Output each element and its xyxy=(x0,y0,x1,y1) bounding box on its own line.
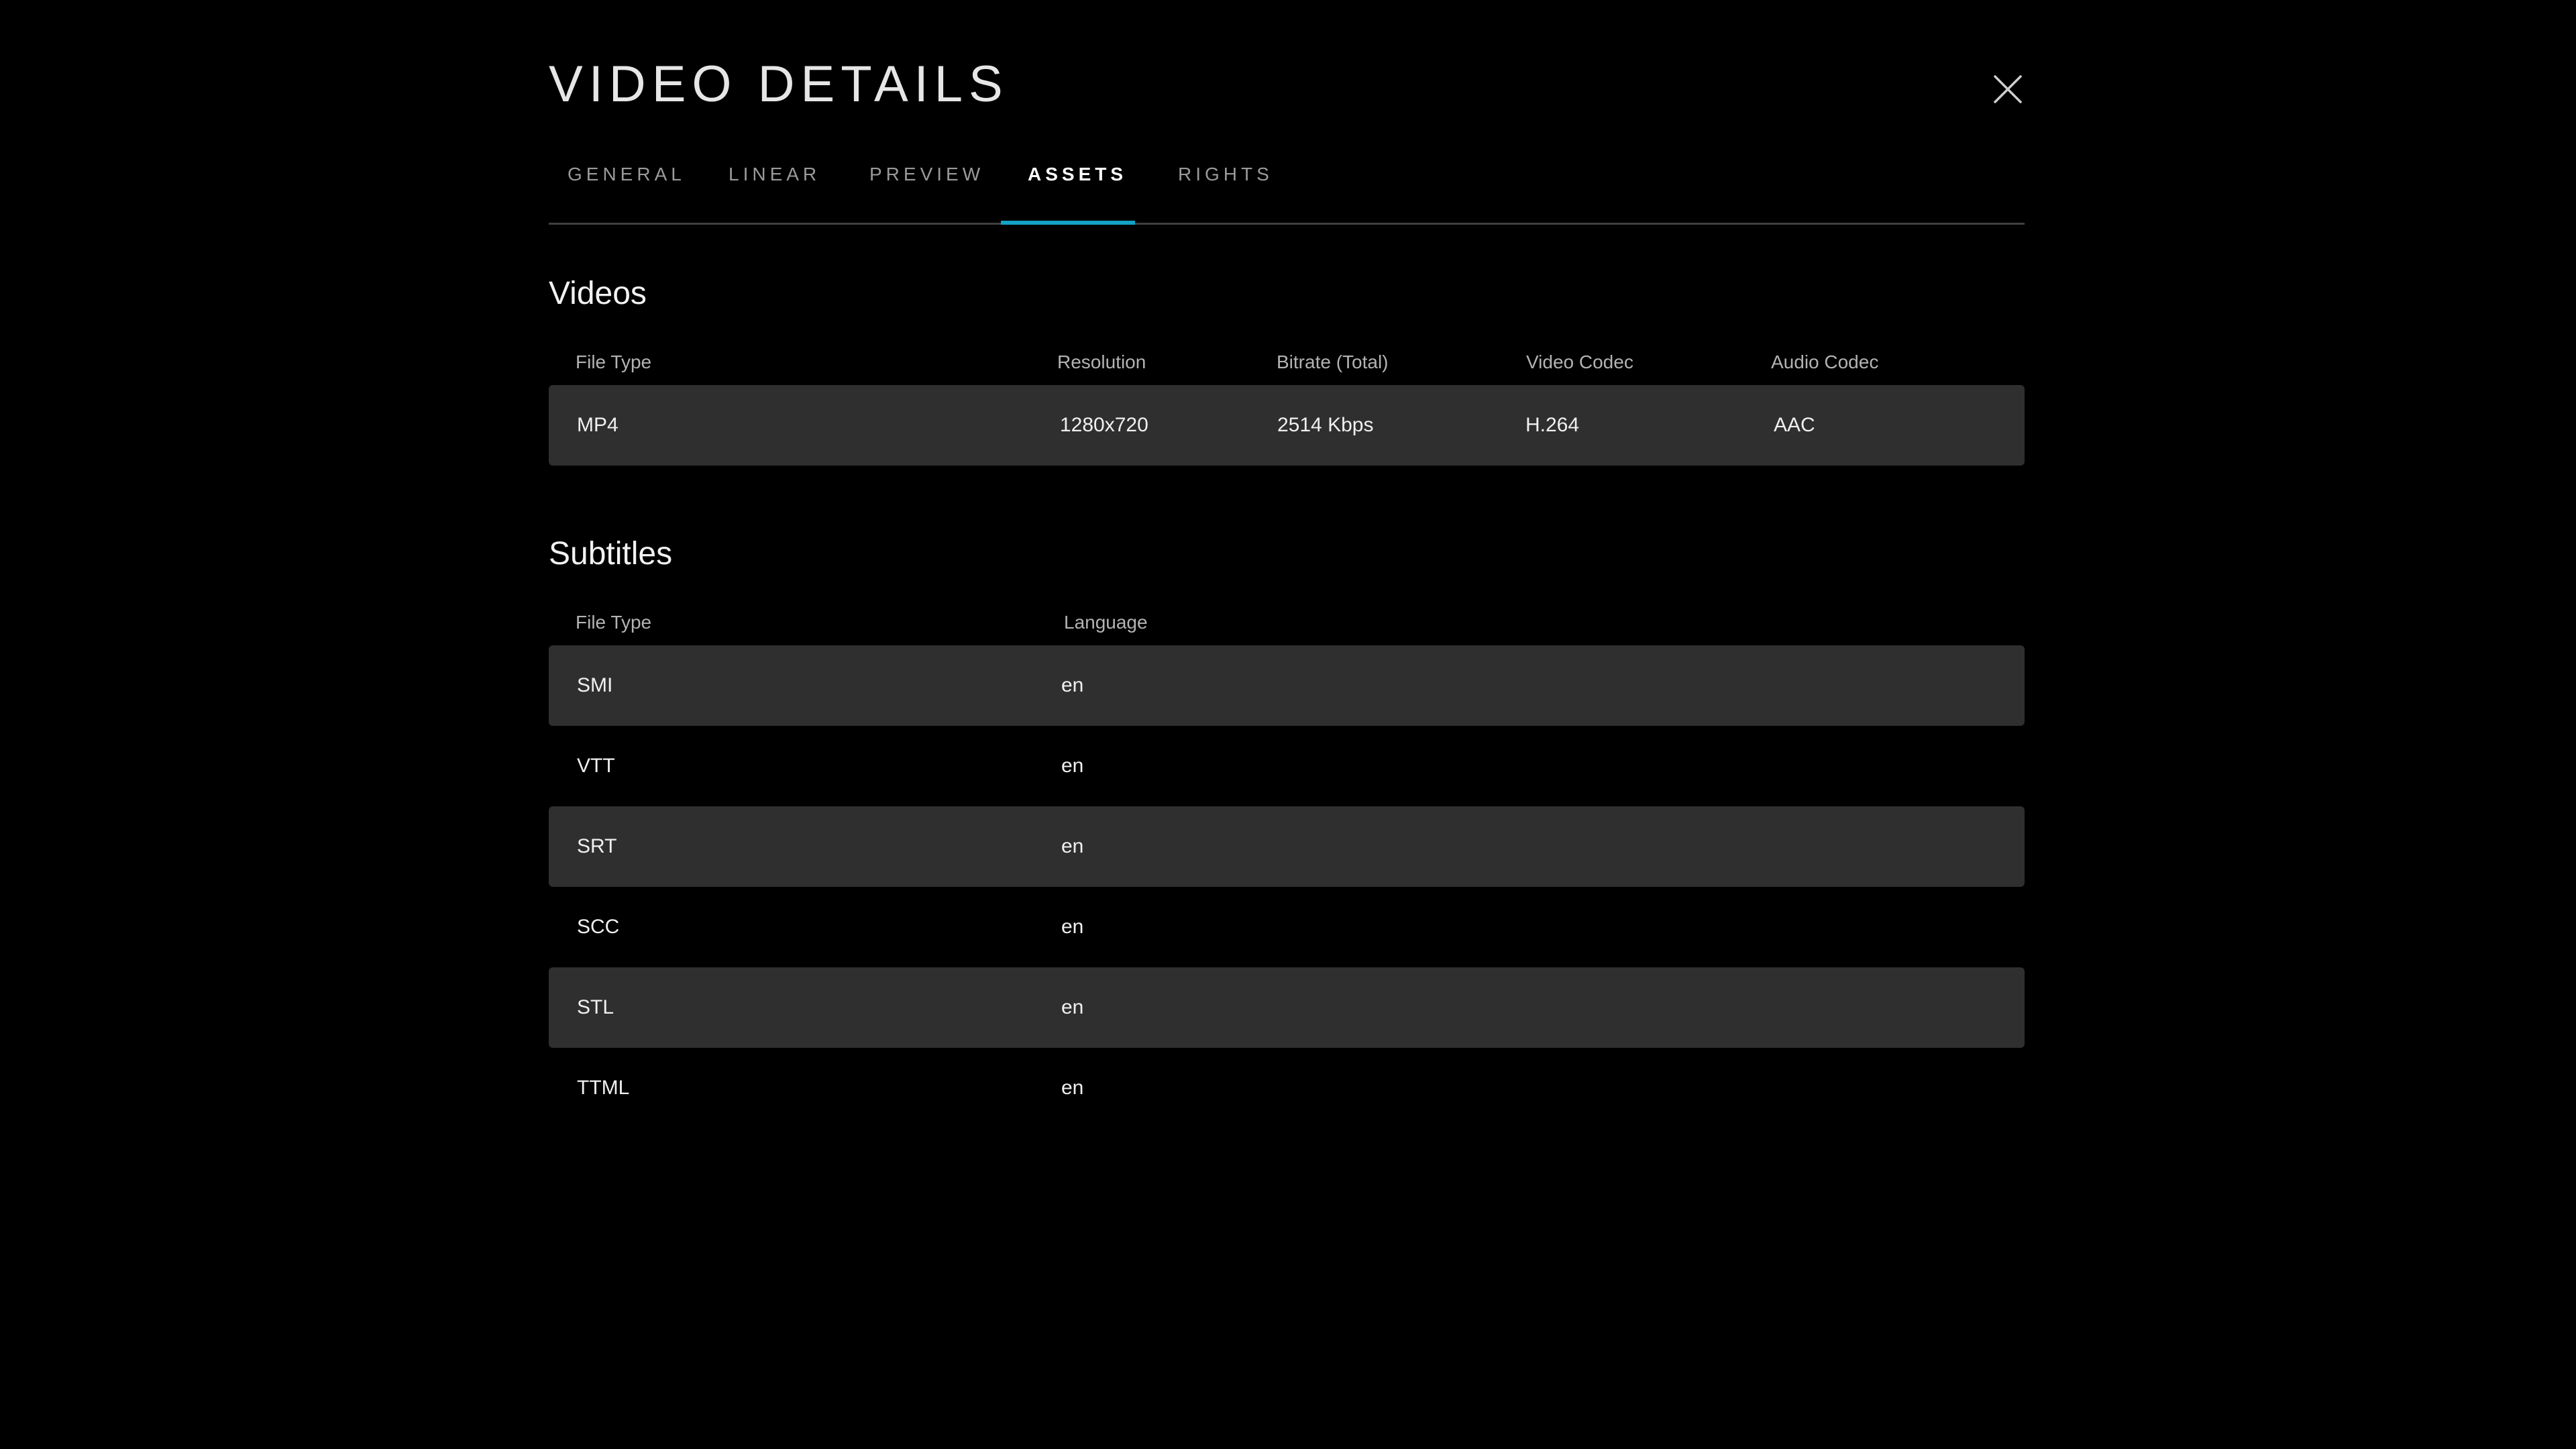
language-cell: en xyxy=(1061,755,1084,777)
close-icon xyxy=(1994,75,2022,103)
audio-codec-cell: AAC xyxy=(1774,414,1815,436)
file-type-cell: MP4 xyxy=(577,414,619,436)
video-details-modal: VIDEO DETAILS GENERAL LINEAR PREVIEW ASS… xyxy=(0,0,2576,1449)
file-type-cell: TTML xyxy=(577,1077,630,1099)
language-cell: en xyxy=(1061,916,1084,938)
tab-preview[interactable]: PREVIEW xyxy=(869,164,984,185)
table-row: STL en xyxy=(549,967,2025,1048)
page-title: VIDEO DETAILS xyxy=(549,56,1009,113)
tab-assets[interactable]: ASSETS xyxy=(1028,164,1127,185)
subtitles-col-file-type: File Type xyxy=(576,612,652,633)
bitrate-cell: 2514 Kbps xyxy=(1277,414,1374,436)
tab-general[interactable]: GENERAL xyxy=(568,164,686,185)
tab-rights[interactable]: RIGHTS xyxy=(1178,164,1273,185)
videos-col-bitrate: Bitrate (Total) xyxy=(1277,352,1389,372)
table-row: MP4 1280x720 2514 Kbps H.264 AAC xyxy=(549,385,2025,466)
file-type-cell: VTT xyxy=(577,755,615,777)
table-row: SCC en xyxy=(549,887,2025,967)
file-type-cell: SMI xyxy=(577,674,613,696)
language-cell: en xyxy=(1061,1077,1084,1099)
subtitles-section-title: Subtitles xyxy=(549,536,673,572)
table-row: TTML en xyxy=(549,1048,2025,1128)
active-tab-indicator xyxy=(1001,221,1135,225)
video-codec-cell: H.264 xyxy=(1525,414,1580,436)
language-cell: en xyxy=(1061,674,1084,696)
videos-col-file-type: File Type xyxy=(576,352,652,372)
language-cell: en xyxy=(1061,996,1084,1018)
videos-col-video-codec: Video Codec xyxy=(1526,352,1633,372)
tab-linear[interactable]: LINEAR xyxy=(729,164,820,185)
language-cell: en xyxy=(1061,835,1084,857)
resolution-cell: 1280x720 xyxy=(1060,414,1148,436)
videos-section-title: Videos xyxy=(549,276,647,311)
file-type-cell: SCC xyxy=(577,916,620,938)
file-type-cell: STL xyxy=(577,996,614,1018)
subtitles-col-language: Language xyxy=(1064,612,1148,633)
close-button[interactable] xyxy=(1991,72,2025,106)
table-row: VTT en xyxy=(549,726,2025,806)
table-row: SMI en xyxy=(549,645,2025,726)
videos-col-resolution: Resolution xyxy=(1057,352,1146,372)
table-row: SRT en xyxy=(549,806,2025,887)
file-type-cell: SRT xyxy=(577,835,617,857)
tab-bar: GENERAL LINEAR PREVIEW ASSETS RIGHTS xyxy=(549,148,2025,225)
videos-col-audio-codec: Audio Codec xyxy=(1771,352,1879,372)
